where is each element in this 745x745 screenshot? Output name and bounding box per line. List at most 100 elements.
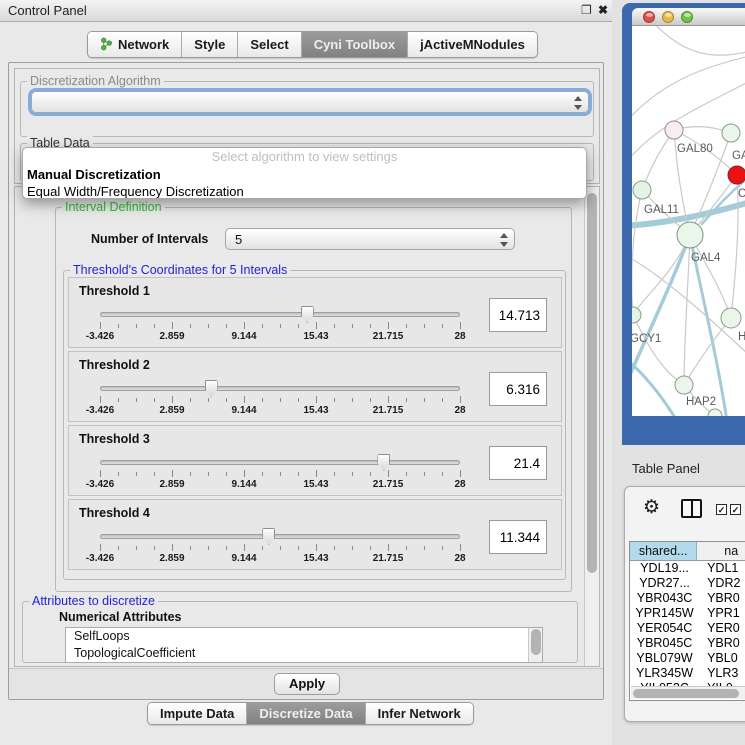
tab-cyni-toolbox-label: Cyni Toolbox (314, 37, 395, 52)
application-root: Control Panel ❐ ✖ Network Style Se (0, 0, 745, 745)
gear-icon[interactable]: ⚙ (643, 498, 660, 517)
network-canvas[interactable]: GAL80GACGAL11GAL4GCY1HHAP2 (632, 26, 745, 416)
column-header-name[interactable]: na (697, 542, 745, 560)
threshold-3-label: Threshold 3 (79, 432, 150, 446)
threshold-4-row: Threshold 4 -3.4262.8599.14415.4321.7152… (68, 499, 562, 570)
threshold-slider[interactable]: -3.4262.8599.14415.4321.71528 (100, 384, 460, 420)
cell-name: YER0 (699, 621, 745, 636)
table-horizontal-scrollbar[interactable] (631, 686, 745, 699)
list-item-topologicalcoefficient[interactable]: TopologicalCoefficient (66, 645, 542, 662)
interval-definition-title: Interval Definition (62, 200, 165, 214)
attributes-list-scrollbar[interactable] (528, 628, 542, 662)
attributes-group: Attributes to discretize Numerical Attri… (22, 601, 578, 663)
column-header-shared-name[interactable]: shared... (630, 542, 697, 560)
number-of-intervals-label: Number of Intervals (91, 232, 208, 246)
numerical-attributes-header: Numerical Attributes (59, 610, 181, 624)
tab-infer-network[interactable]: Infer Network (366, 703, 473, 724)
tab-cyni-toolbox[interactable]: Cyni Toolbox (302, 32, 408, 57)
tab-select[interactable]: Select (238, 32, 301, 57)
slider-track[interactable] (100, 386, 460, 391)
svg-text:GAL80: GAL80 (677, 143, 713, 155)
slider-tick-labels: -3.4262.8599.14415.4321.71528 (100, 479, 460, 491)
control-panel: Control Panel ❐ ✖ Network Style Se (0, 0, 612, 745)
table-row[interactable]: YPR145W YPR1 (630, 606, 745, 621)
algorithm-dropdown-popup: Select algorithm to view settings Manual… (22, 147, 587, 199)
cell-shared-name: YDR27... (630, 576, 699, 591)
threshold-1-value-field[interactable]: 14.713 (489, 298, 547, 332)
zoom-traffic-light-icon[interactable] (681, 11, 693, 23)
threshold-4-value-field[interactable]: 11.344 (489, 520, 547, 554)
threshold-2-value-field[interactable]: 6.316 (489, 372, 547, 406)
slider-track[interactable] (100, 460, 460, 465)
slider-track[interactable] (100, 312, 460, 317)
table-row[interactable]: YBL079W YBL0 (630, 651, 745, 666)
tab-discretize-data[interactable]: Discretize Data (247, 703, 365, 724)
table-row[interactable]: YBR043C YBR0 (630, 591, 745, 606)
svg-text:GA: GA (732, 150, 745, 162)
table-panel-title: Table Panel (632, 461, 700, 476)
scrollbar-thumb[interactable] (587, 193, 597, 573)
combobox-arrows-icon[interactable] (499, 233, 508, 247)
threshold-3-thumb[interactable] (377, 454, 390, 471)
popup-item-equal-width-frequency[interactable]: Equal Width/Frequency Discretization (23, 183, 586, 199)
threshold-slider[interactable]: -3.4262.8599.14415.4321.71528 (100, 310, 460, 346)
svg-text:GAL4: GAL4 (691, 252, 721, 264)
slider-tick-labels: -3.4262.8599.14415.4321.71528 (100, 331, 460, 343)
threshold-3-value-field[interactable]: 21.4 (489, 446, 547, 480)
threshold-2-thumb[interactable] (205, 380, 218, 397)
table-row[interactable]: YDR27... YDR2 (630, 576, 745, 591)
scrollbar-thumb[interactable] (633, 689, 739, 698)
list-item-selfloops[interactable]: SelfLoops (66, 628, 542, 645)
algorithm-combobox[interactable] (31, 91, 589, 113)
minimize-traffic-light-icon[interactable] (662, 11, 674, 23)
settings-scrollbar[interactable] (584, 187, 599, 666)
combobox-arrows-icon[interactable] (573, 96, 582, 110)
tab-style[interactable]: Style (182, 32, 238, 57)
tab-infer-network-label: Infer Network (378, 706, 461, 721)
threshold-2-label: Threshold 2 (79, 358, 150, 372)
tab-network[interactable]: Network (88, 32, 182, 57)
column-layout-icon[interactable] (681, 499, 702, 518)
close-panel-icon[interactable]: ✖ (598, 3, 608, 17)
threshold-1-row: Threshold 1 -3.4262.8599.14415.4321.7152… (68, 277, 562, 348)
threshold-4-thumb[interactable] (262, 528, 275, 545)
table-row[interactable]: YBR045C YBR0 (630, 636, 745, 651)
cell-shared-name: YBR043C (630, 591, 699, 606)
tab-jactivemnodules[interactable]: jActiveMNodules (408, 32, 537, 57)
settings-scroll-area: Interval Definition Number of Intervals … (14, 186, 600, 667)
cell-shared-name: YDL19... (630, 561, 699, 576)
threshold-1-thumb[interactable] (301, 306, 314, 323)
threshold-slider[interactable]: -3.4262.8599.14415.4321.71528 (100, 458, 460, 494)
close-traffic-light-icon[interactable] (643, 11, 655, 23)
bottom-tab-bar: Impute Data Discretize Data Infer Networ… (147, 702, 474, 725)
cell-name: YLR3 (699, 666, 745, 681)
cell-shared-name: YBR045C (630, 636, 699, 651)
tab-impute-data[interactable]: Impute Data (148, 703, 247, 724)
slider-ticks (100, 544, 460, 552)
popup-item-manual-discretization[interactable]: Manual Discretization (23, 166, 586, 183)
apply-button[interactable]: Apply (274, 673, 340, 695)
slider-ticks (100, 470, 460, 478)
network-window-frame[interactable]: GAL80GACGAL11GAL4GCY1HHAP2 (622, 3, 745, 445)
table-row[interactable]: YLR345W YLR3 (630, 666, 745, 681)
network-icon (100, 37, 113, 51)
cell-name: YBR0 (699, 636, 745, 651)
network-window-titlebar[interactable] (632, 8, 745, 26)
table-row[interactable]: YDL19... YDL1 (630, 561, 745, 576)
threshold-slider[interactable]: -3.4262.8599.14415.4321.71528 (100, 532, 460, 568)
attributes-group-title: Attributes to discretize (29, 594, 158, 608)
slider-track[interactable] (100, 534, 460, 539)
tab-style-label: Style (194, 37, 225, 52)
table-panel: ⚙ ✓ ✓ shared... na YDL19... YDL1 YDR27..… (624, 486, 745, 722)
threshold-2-row: Threshold 2 -3.4262.8599.14415.4321.7152… (68, 351, 562, 422)
threshold-3-row: Threshold 3 -3.4262.8599.14415.4321.7152… (68, 425, 562, 496)
number-of-intervals-combobox[interactable]: 5 (225, 228, 515, 250)
checkbox-icon[interactable]: ✓ (716, 504, 727, 515)
network-canvas-svg[interactable]: GAL80GACGAL11GAL4GCY1HHAP2 (632, 26, 745, 416)
list-item-betweennesscentrality[interactable]: BetweennessCentrality (66, 662, 542, 663)
scrollbar-thumb[interactable] (531, 629, 541, 655)
float-window-icon[interactable]: ❐ (581, 3, 592, 17)
table-row[interactable]: YER054C YER0 (630, 621, 745, 636)
svg-text:GAL11: GAL11 (644, 204, 679, 216)
checkbox-icon[interactable]: ✓ (730, 504, 741, 515)
